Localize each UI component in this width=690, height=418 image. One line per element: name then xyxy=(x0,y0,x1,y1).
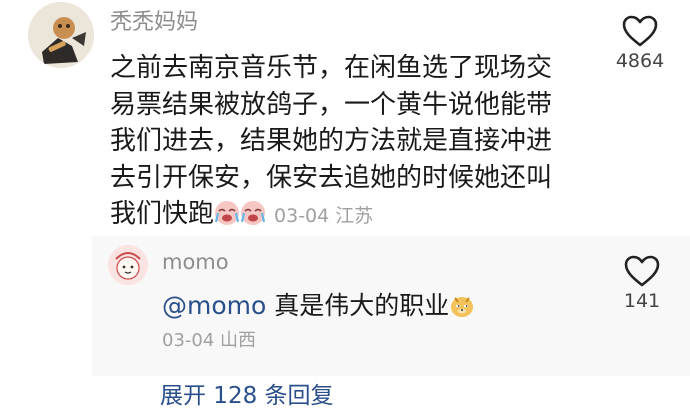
comment-line-last: 我们快跑 03-04 江苏 xyxy=(110,196,580,235)
crying-laughing-emoji-icon xyxy=(240,200,266,226)
reply-like-button[interactable]: 141 xyxy=(612,254,672,312)
comment-like-button[interactable]: 4864 xyxy=(610,14,670,72)
commenter-username[interactable]: 秃秃妈妈 xyxy=(110,4,198,36)
reply-like-count: 141 xyxy=(623,290,661,312)
comment-text: 之前去南京音乐节，在闲鱼选了现场交 易票结果被放鸽子，一个黄牛说他能带 我们进去… xyxy=(110,50,580,235)
comment-line: 之前去南京音乐节，在闲鱼选了现场交 xyxy=(110,53,553,83)
comment-location: 江苏 xyxy=(335,205,374,227)
reply-date: 03-04 xyxy=(162,330,215,351)
doge-emoji-icon xyxy=(449,292,475,318)
reply-location: 山西 xyxy=(220,330,257,351)
reply-text: @momo 真是伟大的职业 xyxy=(162,286,475,322)
comment-line: 去引开保安，保安去追她的时候她还叫 xyxy=(110,162,553,193)
crying-laughing-emoji-icon xyxy=(214,200,240,226)
comment-line-text: 我们快跑 xyxy=(110,199,215,229)
reply-text-content: 真是伟大的职业 xyxy=(274,291,450,320)
heart-icon xyxy=(622,15,658,47)
commenter-avatar[interactable] xyxy=(28,2,94,68)
comment-like-count: 4864 xyxy=(615,50,665,72)
comment-meta: 03-04 江苏 xyxy=(274,205,373,227)
comment-line: 易票结果被放鸽子，一个黄牛说他能带 xyxy=(110,89,553,120)
reply-mention-link[interactable]: @momo xyxy=(162,291,266,320)
avatar-photo-icon xyxy=(28,2,94,68)
reply-username[interactable]: momo xyxy=(162,250,229,274)
heart-icon xyxy=(624,255,660,287)
comment-line: 我们进去，结果她的方法就是直接冲进 xyxy=(110,126,553,156)
expand-replies-link[interactable]: 展开 128 条回复 xyxy=(160,376,334,410)
reply-avatar[interactable] xyxy=(108,245,148,285)
comment-date: 03-04 xyxy=(274,205,330,227)
reply-meta: 03-04 山西 xyxy=(162,326,256,352)
cartoon-face-avatar-icon xyxy=(108,245,148,285)
